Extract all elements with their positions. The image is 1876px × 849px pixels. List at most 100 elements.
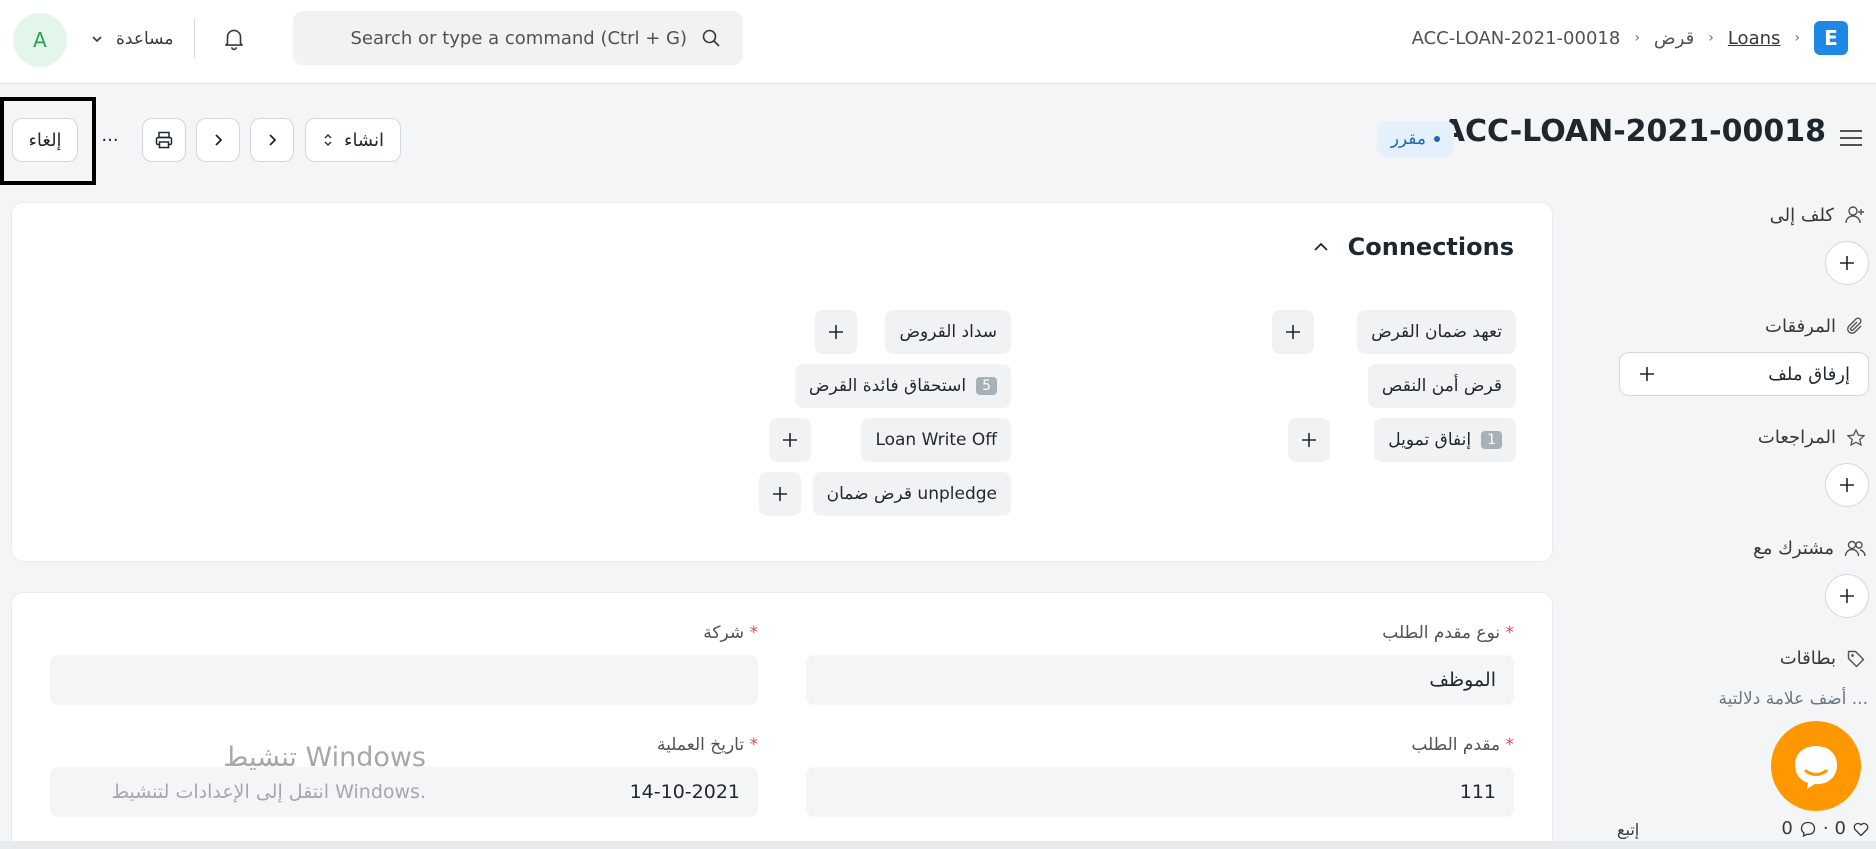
printer-icon: [155, 131, 173, 149]
company-field[interactable]: [50, 655, 758, 705]
status-dot-icon: [1434, 136, 1440, 142]
tags-label: بطاقات: [1779, 648, 1836, 669]
create-button[interactable]: انشاء: [305, 118, 401, 162]
search-placeholder: Search or type a command (Ctrl + G): [350, 27, 688, 49]
connection-loan-security-shortfall[interactable]: قرض أمن النقص: [1367, 364, 1516, 408]
bell-icon: [225, 29, 243, 51]
connection-loan-interest-accrual[interactable]: استحقاق فائدة القرض 5: [794, 364, 1011, 408]
navbar-divider: [194, 18, 195, 58]
connection-label: قرض ضمان unpledge: [826, 484, 997, 504]
label-text: تاريخ العملية: [657, 735, 745, 755]
user-plus-icon: [1845, 206, 1864, 224]
windows-activation-watermark: تنشيط Windows انتقل إلى الإعدادات لتنشيط…: [86, 742, 426, 803]
chat-widget-button[interactable]: [1771, 721, 1861, 811]
chevron-up-icon: [1314, 242, 1328, 251]
stats-separator: ·: [1822, 818, 1829, 839]
shared-with-header: مشترك مع: [1753, 538, 1866, 559]
status-badge: مقرر: [1376, 121, 1454, 157]
star-icon: [1846, 427, 1866, 446]
connections-header[interactable]: Connections: [1312, 233, 1514, 261]
paperclip-icon: [1847, 316, 1862, 334]
breadcrumb-doctype[interactable]: قرض: [1654, 28, 1694, 49]
create-label: انشاء: [343, 129, 385, 151]
watermark-title: تنشيط Windows: [223, 742, 426, 773]
connection-label: استحقاق فائدة القرض: [808, 376, 967, 396]
connections-section: Connections تعهد ضمان القرض قرض أمن النق…: [11, 202, 1553, 562]
connection-label: إنفاق تمويل: [1388, 430, 1472, 450]
tag-icon: [1847, 650, 1865, 667]
plus-icon: [1840, 478, 1854, 492]
add-loan-disbursement-button[interactable]: [1288, 418, 1330, 462]
connections-title: Connections: [1347, 233, 1514, 261]
label-text: مقدم الطلب: [1411, 735, 1501, 755]
add-review-button[interactable]: [1825, 463, 1869, 507]
posting-date-label: تاريخ العملية *: [657, 735, 758, 755]
page-title: ACC-LOAN-2021-00018: [1441, 114, 1826, 149]
notifications-button[interactable]: [218, 22, 250, 54]
add-loan-write-off-button[interactable]: [769, 418, 811, 462]
search-icon: [702, 29, 720, 47]
print-button[interactable]: [142, 118, 186, 162]
breadcrumb-module[interactable]: Loans: [1728, 28, 1781, 49]
connection-loan-security-pledge[interactable]: تعهد ضمان القرض: [1357, 310, 1516, 354]
horizontal-scrollbar[interactable]: [0, 841, 1876, 849]
cancel-button-highlight: [0, 97, 96, 185]
add-loan-security-unpledge-button[interactable]: [759, 472, 801, 516]
prev-doc-button[interactable]: [196, 118, 240, 162]
reviews-header: المراجعات: [1758, 427, 1866, 448]
connection-loan-security-unpledge[interactable]: قرض ضمان unpledge: [812, 472, 1011, 516]
connection-loan-repayment[interactable]: سداد القروض: [885, 310, 1011, 354]
attach-file-button[interactable]: إرفاق ملف: [1619, 352, 1869, 396]
users-icon: [1844, 540, 1866, 556]
connection-loan-disbursement[interactable]: إنفاق تمويل 1: [1374, 418, 1516, 462]
sidebar-toggle-icon[interactable]: [1836, 126, 1866, 150]
connection-loan-write-off[interactable]: Loan Write Off: [861, 418, 1011, 462]
comment-icon[interactable]: [1799, 820, 1817, 838]
attach-file-label: إرفاق ملف: [1768, 363, 1850, 385]
next-doc-button[interactable]: [250, 118, 294, 162]
connection-label: قرض أمن النقص: [1381, 376, 1502, 396]
add-loan-repayment-button[interactable]: [815, 310, 857, 354]
field-value: 111: [1459, 781, 1496, 803]
add-tag-input[interactable]: أضف علامة دلالتية ...: [1718, 689, 1868, 709]
chevron-left-icon: [215, 134, 223, 146]
breadcrumb-separator: ›: [1794, 30, 1800, 46]
avatar-letter: A: [33, 28, 47, 52]
connection-label: سداد القروض: [899, 322, 997, 342]
logo-letter: E: [1824, 26, 1838, 50]
plus-icon: [1640, 367, 1654, 381]
company-label: شركة *: [703, 623, 758, 643]
chevron-right-icon: [269, 134, 277, 146]
applicant-field[interactable]: 111: [806, 767, 1514, 817]
label-text: نوع مقدم الطلب: [1382, 623, 1501, 643]
applicant-type-field[interactable]: الموظف: [806, 655, 1514, 705]
tags-header: بطاقات: [1780, 648, 1866, 669]
applicant-type-label: نوع مقدم الطلب *: [1382, 623, 1514, 643]
required-mark: *: [1505, 735, 1515, 755]
field-value: 14-10-2021: [629, 781, 740, 803]
heart-icon[interactable]: [1852, 820, 1870, 838]
add-assignee-button[interactable]: [1825, 241, 1869, 285]
plus-icon: [829, 325, 843, 339]
required-mark: *: [1505, 623, 1515, 643]
add-loan-security-pledge-button[interactable]: [1272, 310, 1314, 354]
search-input[interactable]: Search or type a command (Ctrl + G): [293, 11, 743, 65]
watermark-subtitle: انتقل إلى الإعدادات لتنشيط Windows.: [111, 781, 426, 803]
breadcrumb-current[interactable]: ACC-LOAN-2021-00018: [1412, 28, 1621, 49]
document-stats: 0 · 0: [1781, 818, 1870, 839]
add-share-button[interactable]: [1825, 574, 1869, 618]
plus-icon: [1840, 589, 1854, 603]
sort-arrows-icon: [324, 133, 332, 147]
comments-count: 0: [1781, 818, 1793, 839]
help-dropdown[interactable]: مساعدة: [90, 26, 173, 52]
breadcrumb-separator: ›: [1634, 30, 1640, 46]
follow-button[interactable]: إتبع: [1617, 820, 1639, 839]
required-mark: *: [749, 735, 759, 755]
required-mark: *: [749, 623, 759, 643]
plus-icon: [1840, 256, 1854, 270]
label-text: شركة: [703, 623, 745, 643]
app-logo[interactable]: E: [1814, 21, 1848, 55]
assign-to-header: كلف إلى: [1770, 204, 1866, 226]
breadcrumb: ACC-LOAN-2021-00018 › قرض › Loans › E: [1412, 20, 1848, 56]
avatar[interactable]: A: [13, 13, 67, 67]
